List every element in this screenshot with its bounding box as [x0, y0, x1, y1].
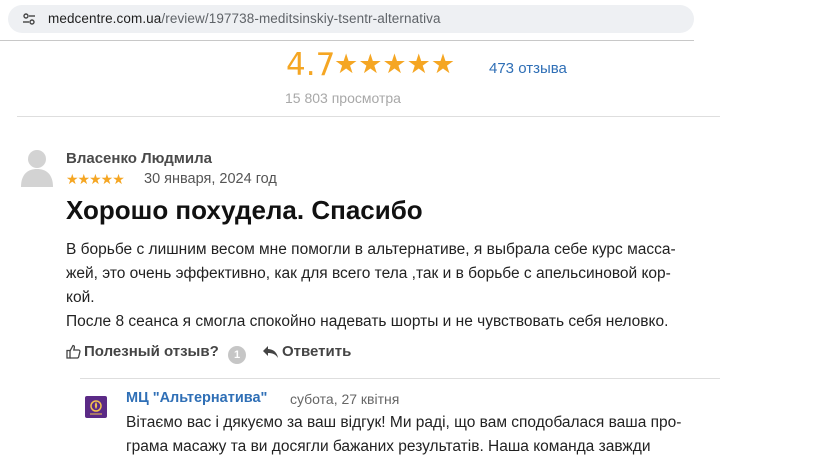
section-divider	[17, 116, 720, 117]
url-path: /review/197738-meditsinskiy-tsentr-alter…	[161, 11, 441, 26]
url-domain: medcentre.com.ua	[48, 11, 162, 26]
review-body-line: После 8 сеанса я смогла спокойно надеват…	[66, 313, 669, 330]
reply-divider	[80, 378, 720, 379]
helpful-label: Полезный отзыв?	[84, 343, 219, 360]
review-body-line: жей, это очень эффективно, как для всего…	[66, 265, 671, 282]
review-body-line: В борьбе с лишним весом мне помогли в ал…	[66, 241, 676, 258]
reply-button[interactable]: Ответить	[262, 343, 351, 360]
browser-address-bar: medcentre.com.ua/review/197738-meditsins…	[0, 0, 818, 40]
review-title: Хорошо похудела. Спасибо	[66, 195, 423, 225]
helpful-button[interactable]: Полезный отзыв?	[66, 343, 219, 360]
reply-label: Ответить	[282, 343, 352, 360]
helpful-count-badge: 1	[228, 346, 246, 364]
reply-body: Вітаємо вас і дякуємо за ваш відгук! Ми …	[126, 411, 716, 459]
thumbs-up-icon	[66, 344, 81, 359]
clinic-emblem-icon	[90, 400, 102, 415]
rating-value: 4.7	[286, 47, 336, 83]
url-text[interactable]: medcentre.com.ua/review/197738-meditsins…	[48, 11, 441, 26]
url-field[interactable]: medcentre.com.ua/review/197738-meditsins…	[8, 5, 694, 33]
reviews-count-link[interactable]: 473 отзыва	[489, 60, 567, 77]
site-settings-icon[interactable]	[22, 12, 36, 26]
reply-arrow-icon	[263, 345, 278, 358]
review-date: 30 января, 2024 год	[144, 171, 277, 187]
review-body-line: кой.	[66, 289, 95, 306]
reply-body-line: грама масажу та ви досягли бажаних резул…	[126, 438, 651, 455]
rating-stars: ★★★★★	[334, 49, 456, 79]
reply-date: субота, 27 квітня	[290, 391, 400, 407]
clinic-logo-icon	[85, 396, 107, 418]
user-avatar-icon	[21, 150, 53, 187]
reply-author-link[interactable]: МЦ "Альтернатива"	[126, 390, 267, 406]
review-body: В борьбе с лишним весом мне помогли в ал…	[66, 238, 716, 334]
reply-body-line: Вітаємо вас і дякуємо за ваш відгук! Ми …	[126, 414, 682, 431]
review-author: Власенко Людмила	[66, 150, 212, 167]
views-count: 15 803 просмотра	[285, 90, 401, 106]
address-bar-divider	[0, 40, 694, 41]
review-stars: ★★★★★	[66, 171, 125, 187]
